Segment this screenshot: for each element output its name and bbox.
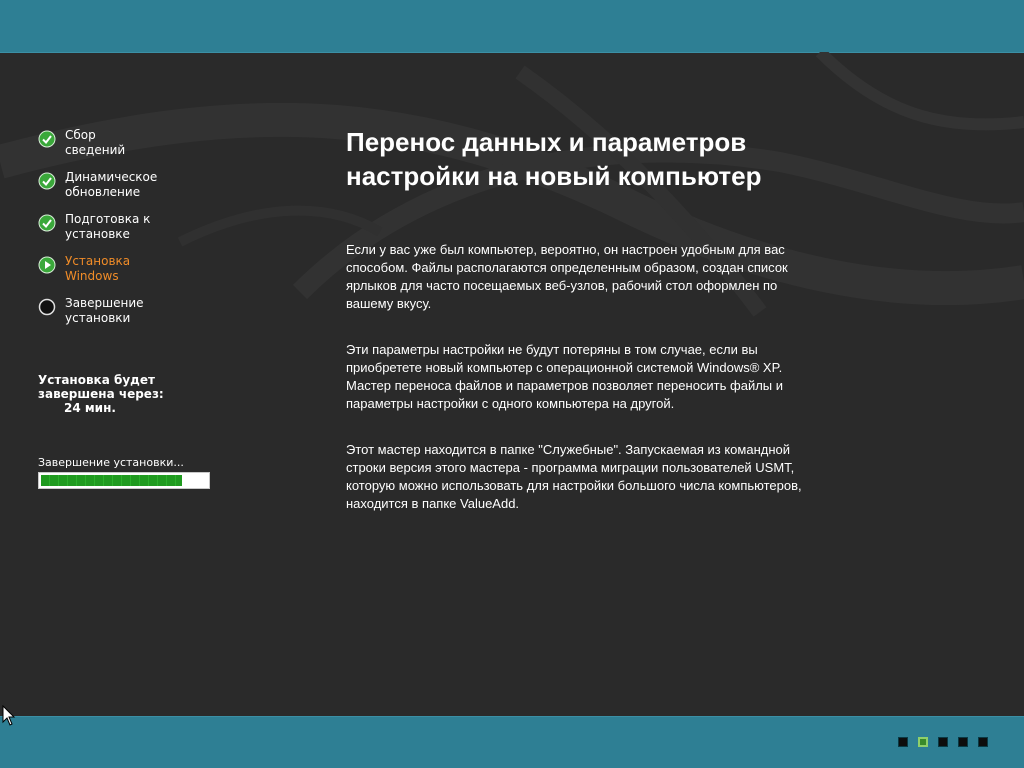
step-finish-install: Завершение установки bbox=[38, 296, 188, 338]
slide-indicators bbox=[898, 737, 988, 747]
step-label: Сбор сведений bbox=[65, 128, 126, 157]
step-prepare-install: Подготовка к установке bbox=[38, 212, 188, 254]
paragraph: Этот мастер находится в папке "Служебные… bbox=[346, 442, 802, 511]
play-arrow-icon bbox=[38, 256, 56, 274]
time-remaining: Установка будет завершена через: 24 мин. bbox=[38, 373, 208, 415]
circle-icon bbox=[38, 298, 56, 316]
slide-indicator bbox=[918, 737, 928, 747]
paragraph: Эти параметры настройки не будут потерян… bbox=[346, 342, 784, 411]
slide-indicator bbox=[978, 737, 988, 747]
setup-screen: Сбор сведений Динамическое обновление По… bbox=[0, 0, 1024, 768]
step-label: Установка Windows bbox=[65, 254, 131, 283]
check-icon bbox=[38, 172, 56, 190]
check-icon bbox=[38, 130, 56, 148]
step-collect-info: Сбор сведений bbox=[38, 128, 188, 170]
mouse-cursor-icon bbox=[2, 705, 16, 726]
paragraph: Если у вас уже был компьютер, вероятно, … bbox=[346, 242, 788, 311]
bottom-bar bbox=[0, 716, 1024, 768]
progress-fill bbox=[41, 475, 183, 486]
step-dynamic-update: Динамическое обновление bbox=[38, 170, 188, 212]
top-bar bbox=[0, 0, 1024, 53]
step-install-windows: Установка Windows bbox=[38, 254, 188, 296]
step-label: Динамическое обновление bbox=[65, 170, 158, 199]
time-remaining-value: 24 мин. bbox=[64, 401, 116, 415]
time-remaining-label: Установка будет завершена через: bbox=[38, 373, 164, 401]
slide-indicator bbox=[898, 737, 908, 747]
slide-indicator bbox=[958, 737, 968, 747]
page-title: Перенос данных и параметров настройки на… bbox=[346, 127, 762, 191]
slide-indicator bbox=[938, 737, 948, 747]
setup-steps: Сбор сведений Динамическое обновление По… bbox=[38, 128, 188, 338]
step-label: Завершение установки bbox=[65, 296, 144, 325]
check-icon bbox=[38, 214, 56, 232]
step-label: Подготовка к установке bbox=[65, 212, 151, 241]
progress-bar bbox=[38, 472, 210, 489]
progress-label: Завершение установки... bbox=[38, 456, 184, 469]
